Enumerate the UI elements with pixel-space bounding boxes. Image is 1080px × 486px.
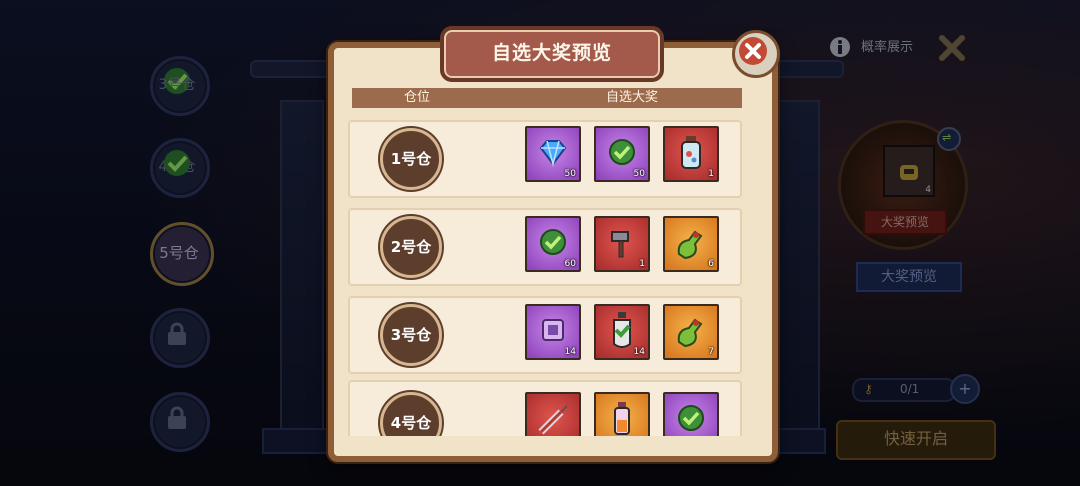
- item-quantity: 14: [564, 347, 576, 357]
- table-row: 1号仓 50 50 1: [348, 120, 742, 198]
- item-quantity: 7: [708, 347, 714, 357]
- modal-title-ribbon: 自选大奖预览: [440, 26, 664, 82]
- item-quantity: 60: [564, 259, 576, 269]
- column-header-prizes: 自选大奖: [605, 90, 658, 105]
- table-row: 2号仓 60 1 6: [348, 208, 742, 286]
- table-row: 3号仓 14 14 7: [348, 296, 742, 374]
- item-quantity: 50: [633, 169, 645, 179]
- slot-label: 2号仓: [390, 238, 432, 256]
- slot-label: 4号仓: [390, 414, 432, 432]
- slot-badge: 2号仓: [380, 216, 442, 278]
- column-header-slot: 仓位: [403, 90, 430, 105]
- item-quantity: 1: [708, 169, 714, 179]
- close-icon: [739, 37, 767, 65]
- modal-title: 自选大奖预览: [491, 42, 612, 64]
- item-quantity: 6: [708, 259, 714, 269]
- syringe-icon: [538, 405, 568, 435]
- prize-item[interactable]: 1: [663, 126, 719, 182]
- prize-list[interactable]: 1号仓 50 50 1 2号仓 60 1 6 3号仓 14 14 7 4号仓: [334, 112, 762, 436]
- prize-item[interactable]: 14: [525, 304, 581, 360]
- slot-label: 3号仓: [390, 326, 432, 344]
- item-quantity: 14: [633, 347, 645, 357]
- prize-item[interactable]: 50: [525, 126, 581, 182]
- orange-vial-icon: [614, 402, 630, 435]
- prize-item[interactable]: 1: [594, 216, 650, 272]
- close-button[interactable]: [732, 30, 780, 78]
- prize-item[interactable]: [663, 392, 719, 436]
- prize-item[interactable]: [525, 392, 581, 436]
- slot-badge: 1号仓: [380, 128, 442, 190]
- prize-item[interactable]: 6: [663, 216, 719, 272]
- table-header: 仓位 自选大奖: [352, 88, 742, 108]
- prize-item[interactable]: 14: [594, 304, 650, 360]
- prize-item[interactable]: [594, 392, 650, 436]
- prize-item[interactable]: 60: [525, 216, 581, 272]
- item-quantity: 1: [639, 259, 645, 269]
- green-check-icon: [678, 405, 704, 431]
- slot-badge: 3号仓: [380, 304, 442, 366]
- prize-item[interactable]: 50: [594, 126, 650, 182]
- table-row: 4号仓: [348, 380, 742, 436]
- prize-item[interactable]: 7: [663, 304, 719, 360]
- slot-label: 1号仓: [390, 150, 432, 168]
- slot-badge: 4号仓: [380, 392, 442, 436]
- item-quantity: 50: [564, 169, 576, 179]
